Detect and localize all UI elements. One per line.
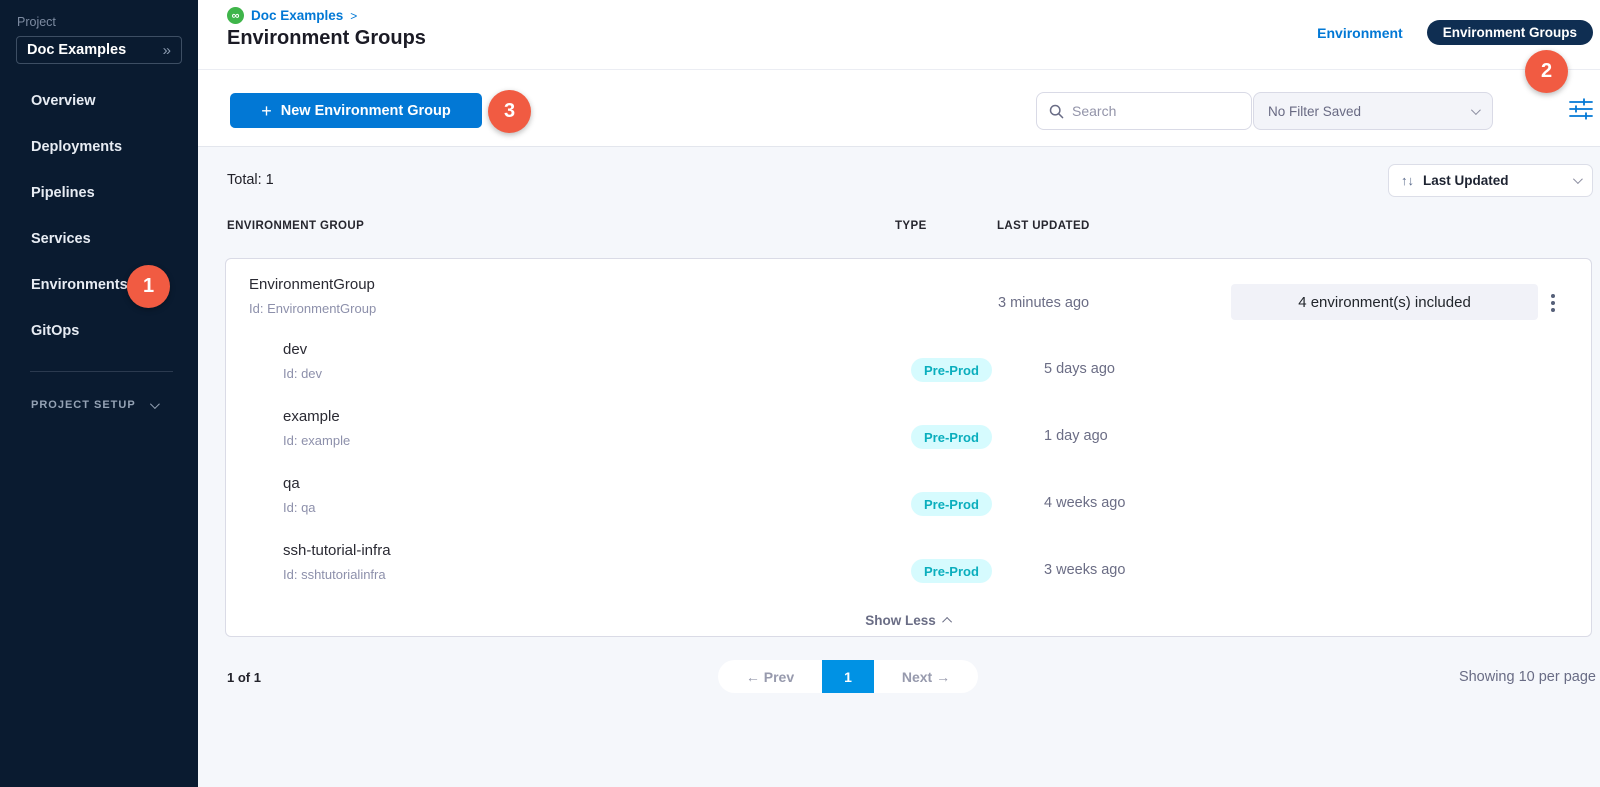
project-label: Project xyxy=(17,15,198,29)
breadcrumb-project-link[interactable]: Doc Examples xyxy=(251,8,343,23)
environment-id: Id: dev xyxy=(283,366,322,381)
sidebar-divider xyxy=(30,371,173,372)
annotation-badge-3: 3 xyxy=(488,90,531,133)
filter-settings-button[interactable] xyxy=(1566,94,1596,124)
environment-name: dev xyxy=(283,341,322,358)
toolbar: + New Environment Group No Filter Saved xyxy=(198,70,1600,147)
project-selector[interactable]: Doc Examples » xyxy=(16,36,182,64)
sidebar-project-setup[interactable]: PROJECT SETUP xyxy=(0,399,198,411)
filter-sliders-icon xyxy=(1569,98,1593,120)
sidebar-item-gitops[interactable]: GitOps xyxy=(0,308,198,354)
environment-row[interactable]: dev Id: dev Pre-Prod 5 days ago xyxy=(226,337,1591,404)
environment-name: example xyxy=(283,408,350,425)
project-name: Doc Examples xyxy=(27,42,126,58)
chevron-down-icon xyxy=(1573,174,1583,184)
page-title: Environment Groups xyxy=(227,27,426,50)
header-tabs: Environment Environment Groups xyxy=(1317,20,1593,45)
new-environment-group-button[interactable]: + New Environment Group xyxy=(230,93,482,128)
environment-id: Id: qa xyxy=(283,500,316,515)
chevron-up-icon xyxy=(942,616,952,626)
type-badge: Pre-Prod xyxy=(911,559,992,583)
sidebar-item-deployments[interactable]: Deployments xyxy=(0,124,198,170)
column-last-updated: LAST UPDATED xyxy=(997,220,1090,232)
breadcrumb-chevron-icon: > xyxy=(350,9,357,23)
sort-arrows-icon: ↑↓ xyxy=(1401,173,1414,188)
group-id: Id: EnvironmentGroup xyxy=(249,301,376,316)
next-page-button[interactable]: Next → xyxy=(874,660,978,693)
column-type: TYPE xyxy=(895,220,927,232)
search-input[interactable] xyxy=(1072,103,1232,119)
environment-last-updated: 3 weeks ago xyxy=(1044,562,1125,578)
environment-last-updated: 4 weeks ago xyxy=(1044,495,1125,511)
sidebar-item-overview[interactable]: Overview xyxy=(0,78,198,124)
cd-module-icon: ∞ xyxy=(227,7,244,24)
environment-last-updated: 1 day ago xyxy=(1044,428,1108,444)
project-forward-icon: » xyxy=(163,42,171,59)
chevron-down-icon xyxy=(150,399,160,409)
tab-environment-groups[interactable]: Environment Groups xyxy=(1427,20,1593,45)
environment-id: Id: example xyxy=(283,433,350,448)
chevron-down-icon xyxy=(1471,105,1481,115)
current-page-button[interactable]: 1 xyxy=(822,660,874,693)
annotation-badge-1: 1 xyxy=(127,265,170,308)
column-environment-group: ENVIRONMENT GROUP xyxy=(227,220,364,232)
page-header: ∞ Doc Examples > Environment Groups Envi… xyxy=(198,0,1600,70)
group-name: EnvironmentGroup xyxy=(249,276,376,293)
environment-row[interactable]: example Id: example Pre-Prod 1 day ago xyxy=(226,404,1591,471)
sidebar-item-pipelines[interactable]: Pipelines xyxy=(0,170,198,216)
group-row[interactable]: EnvironmentGroup Id: EnvironmentGroup 3 … xyxy=(226,269,1591,337)
type-badge: Pre-Prod xyxy=(911,425,992,449)
tab-environment[interactable]: Environment xyxy=(1317,25,1403,41)
show-less-button[interactable]: Show Less xyxy=(226,607,1591,633)
environment-row[interactable]: qa Id: qa Pre-Prod 4 weeks ago xyxy=(226,471,1591,538)
page-info: 1 of 1 xyxy=(227,670,261,685)
main-area: ∞ Doc Examples > Environment Groups Envi… xyxy=(198,0,1600,787)
environment-last-updated: 5 days ago xyxy=(1044,361,1115,377)
sidebar-item-services[interactable]: Services xyxy=(0,216,198,262)
table-header: ENVIRONMENT GROUP TYPE LAST UPDATED xyxy=(198,220,1600,238)
group-last-updated: 3 minutes ago xyxy=(998,295,1089,311)
sidebar: Project Doc Examples » Overview Deployme… xyxy=(0,0,198,787)
environment-row[interactable]: ssh-tutorial-infra Id: sshtutorialinfra … xyxy=(226,538,1591,605)
type-badge: Pre-Prod xyxy=(911,358,992,382)
environment-name: qa xyxy=(283,475,316,492)
type-badge: Pre-Prod xyxy=(911,492,992,516)
pager: ← Prev 1 Next → xyxy=(718,660,978,693)
sort-dropdown[interactable]: ↑↓ Last Updated xyxy=(1388,164,1593,197)
sidebar-nav: Overview Deployments Pipelines Services … xyxy=(0,78,198,354)
prev-page-button[interactable]: ← Prev xyxy=(718,660,822,693)
environment-group-card: EnvironmentGroup Id: EnvironmentGroup 3 … xyxy=(225,258,1592,637)
total-count: Total: 1 xyxy=(227,172,274,188)
search-icon xyxy=(1049,104,1064,119)
breadcrumb: ∞ Doc Examples > xyxy=(227,7,357,24)
per-page-info: Showing 10 per page xyxy=(1459,669,1596,685)
kebab-menu-icon[interactable] xyxy=(1540,289,1566,317)
environment-name: ssh-tutorial-infra xyxy=(283,542,391,559)
content-area: Total: 1 ↑↓ Last Updated ENVIRONMENT GRO… xyxy=(198,147,1600,787)
search-box xyxy=(1036,92,1252,130)
saved-filter-dropdown[interactable]: No Filter Saved xyxy=(1253,92,1493,130)
environments-included-button[interactable]: 4 environment(s) included xyxy=(1231,284,1538,320)
plus-icon: + xyxy=(261,102,272,120)
pagination: 1 of 1 ← Prev 1 Next → Showing 10 per pa… xyxy=(198,660,1600,694)
annotation-badge-2: 2 xyxy=(1525,50,1568,93)
environment-id: Id: sshtutorialinfra xyxy=(283,567,391,582)
